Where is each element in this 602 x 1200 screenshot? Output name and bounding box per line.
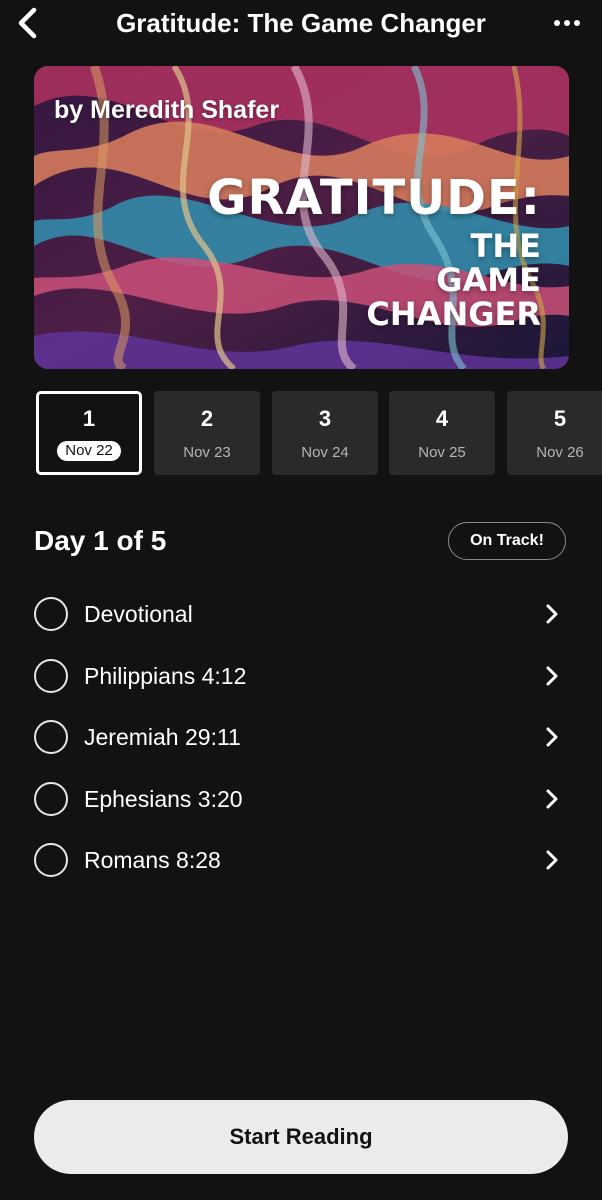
- back-button[interactable]: [14, 6, 44, 40]
- chevron-right-icon: [546, 604, 558, 624]
- more-horizontal-icon: [554, 20, 580, 26]
- status-badge: On Track!: [448, 522, 566, 560]
- day-tile-4[interactable]: 4 Nov 25: [389, 391, 495, 475]
- completion-circle-icon[interactable]: [34, 720, 68, 754]
- completion-circle-icon[interactable]: [34, 658, 68, 693]
- day-tile-3[interactable]: 3 Nov 24: [272, 391, 378, 475]
- cover-subtitle: THE GAME CHANGER: [366, 229, 541, 331]
- more-options-button[interactable]: [552, 10, 582, 36]
- completion-circle-icon[interactable]: [34, 597, 68, 631]
- day-number: 5: [553, 406, 567, 431]
- reading-label: Romans 8:28: [84, 847, 221, 873]
- day-date: Nov 25: [418, 444, 466, 461]
- cover-subtitle-line: GAME: [436, 261, 541, 299]
- plan-cover-image: by Meredith Shafer GRATITUDE: THE GAME C…: [34, 66, 569, 369]
- reading-label: Philippians 4:12: [84, 662, 247, 689]
- reading-item-devotional[interactable]: Devotional: [34, 584, 574, 646]
- day-selector: 1 Nov 22 2 Nov 23 3 Nov 24 4 Nov 25 5 No…: [36, 391, 602, 477]
- day-number: 3: [318, 406, 332, 431]
- day-number: 1: [82, 406, 96, 431]
- chevron-right-icon: [546, 850, 558, 870]
- day-progress-heading: Day 1 of 5: [34, 525, 167, 556]
- reading-label: Devotional: [84, 601, 193, 627]
- completion-circle-icon[interactable]: [34, 781, 68, 816]
- cover-subtitle-line: THE: [470, 227, 541, 265]
- top-bar: Gratitude: The Game Changer: [0, 0, 602, 46]
- reading-label: Jeremiah 29:11: [84, 724, 241, 750]
- page-title: Gratitude: The Game Changer: [116, 8, 486, 38]
- reading-item-jeremiah[interactable]: Jeremiah 29:11: [34, 707, 574, 769]
- day-date: Nov 24: [301, 444, 349, 461]
- completion-circle-icon[interactable]: [34, 843, 68, 877]
- day-date: Nov 22: [57, 441, 121, 461]
- chevron-right-icon: [546, 789, 558, 808]
- chevron-right-icon: [546, 666, 558, 685]
- day-tile-2[interactable]: 2 Nov 23: [154, 391, 260, 475]
- day-number: 2: [200, 406, 214, 431]
- chevron-left-icon: [18, 7, 37, 39]
- start-reading-button[interactable]: Start Reading: [34, 1100, 568, 1174]
- day-date: Nov 23: [183, 444, 231, 461]
- reading-item-ephesians[interactable]: Ephesians 3:20: [34, 769, 574, 831]
- cover-title: GRATITUDE:: [207, 170, 541, 226]
- day-date: Nov 26: [536, 444, 584, 461]
- cover-subtitle-line: CHANGER: [366, 295, 541, 333]
- reading-label: Ephesians 3:20: [84, 785, 243, 812]
- author-label: by Meredith Shafer: [54, 96, 280, 124]
- day-tile-1[interactable]: 1 Nov 22: [36, 391, 142, 475]
- reading-item-philippians[interactable]: Philippians 4:12: [34, 646, 574, 708]
- day-number: 4: [435, 406, 449, 431]
- reading-list: Devotional Philippians 4:12 Jeremiah 29:…: [34, 584, 574, 892]
- day-tile-5[interactable]: 5 Nov 26: [507, 391, 602, 475]
- reading-item-romans[interactable]: Romans 8:28: [34, 830, 574, 892]
- chevron-right-icon: [546, 727, 558, 747]
